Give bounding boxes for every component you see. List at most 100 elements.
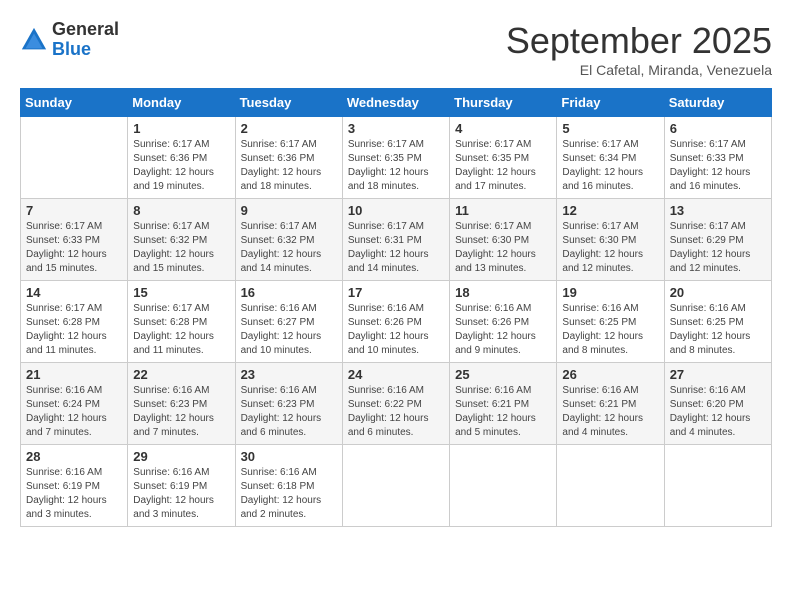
day-info: Sunrise: 6:16 AMSunset: 6:20 PMDaylight:… bbox=[670, 385, 751, 438]
day-cell bbox=[21, 117, 128, 199]
day-number: 26 bbox=[562, 367, 658, 382]
day-cell bbox=[557, 445, 664, 527]
day-number: 11 bbox=[455, 203, 551, 218]
day-number: 2 bbox=[241, 121, 337, 136]
week-row-4: 21 Sunrise: 6:16 AMSunset: 6:24 PMDaylig… bbox=[21, 363, 772, 445]
day-info: Sunrise: 6:17 AMSunset: 6:32 PMDaylight:… bbox=[241, 221, 322, 274]
day-info: Sunrise: 6:16 AMSunset: 6:23 PMDaylight:… bbox=[241, 385, 322, 438]
day-cell: 27 Sunrise: 6:16 AMSunset: 6:20 PMDaylig… bbox=[664, 363, 771, 445]
logo-blue-text: Blue bbox=[52, 40, 119, 60]
day-info: Sunrise: 6:17 AMSunset: 6:30 PMDaylight:… bbox=[562, 221, 643, 274]
day-info: Sunrise: 6:17 AMSunset: 6:34 PMDaylight:… bbox=[562, 139, 643, 192]
day-cell: 26 Sunrise: 6:16 AMSunset: 6:21 PMDaylig… bbox=[557, 363, 664, 445]
day-info: Sunrise: 6:17 AMSunset: 6:30 PMDaylight:… bbox=[455, 221, 536, 274]
day-number: 3 bbox=[348, 121, 444, 136]
day-cell: 11 Sunrise: 6:17 AMSunset: 6:30 PMDaylig… bbox=[450, 199, 557, 281]
day-cell: 2 Sunrise: 6:17 AMSunset: 6:36 PMDayligh… bbox=[235, 117, 342, 199]
day-info: Sunrise: 6:16 AMSunset: 6:25 PMDaylight:… bbox=[562, 303, 643, 356]
day-cell: 3 Sunrise: 6:17 AMSunset: 6:35 PMDayligh… bbox=[342, 117, 449, 199]
day-cell bbox=[664, 445, 771, 527]
day-cell: 17 Sunrise: 6:16 AMSunset: 6:26 PMDaylig… bbox=[342, 281, 449, 363]
day-cell: 29 Sunrise: 6:16 AMSunset: 6:19 PMDaylig… bbox=[128, 445, 235, 527]
day-header-friday: Friday bbox=[557, 89, 664, 117]
day-cell: 18 Sunrise: 6:16 AMSunset: 6:26 PMDaylig… bbox=[450, 281, 557, 363]
day-number: 28 bbox=[26, 449, 122, 464]
day-cell: 24 Sunrise: 6:16 AMSunset: 6:22 PMDaylig… bbox=[342, 363, 449, 445]
day-info: Sunrise: 6:17 AMSunset: 6:28 PMDaylight:… bbox=[133, 303, 214, 356]
day-cell: 16 Sunrise: 6:16 AMSunset: 6:27 PMDaylig… bbox=[235, 281, 342, 363]
logo-icon bbox=[20, 26, 48, 54]
title-block: September 2025 El Cafetal, Miranda, Vene… bbox=[506, 20, 772, 78]
day-number: 12 bbox=[562, 203, 658, 218]
day-number: 14 bbox=[26, 285, 122, 300]
day-number: 22 bbox=[133, 367, 229, 382]
day-info: Sunrise: 6:16 AMSunset: 6:22 PMDaylight:… bbox=[348, 385, 429, 438]
day-info: Sunrise: 6:17 AMSunset: 6:28 PMDaylight:… bbox=[26, 303, 107, 356]
day-number: 16 bbox=[241, 285, 337, 300]
day-cell: 7 Sunrise: 6:17 AMSunset: 6:33 PMDayligh… bbox=[21, 199, 128, 281]
day-cell bbox=[342, 445, 449, 527]
day-info: Sunrise: 6:17 AMSunset: 6:33 PMDaylight:… bbox=[26, 221, 107, 274]
month-title: September 2025 bbox=[506, 20, 772, 62]
day-number: 27 bbox=[670, 367, 766, 382]
day-header-wednesday: Wednesday bbox=[342, 89, 449, 117]
day-number: 25 bbox=[455, 367, 551, 382]
day-number: 1 bbox=[133, 121, 229, 136]
day-number: 30 bbox=[241, 449, 337, 464]
day-info: Sunrise: 6:16 AMSunset: 6:24 PMDaylight:… bbox=[26, 385, 107, 438]
day-cell: 21 Sunrise: 6:16 AMSunset: 6:24 PMDaylig… bbox=[21, 363, 128, 445]
week-row-2: 7 Sunrise: 6:17 AMSunset: 6:33 PMDayligh… bbox=[21, 199, 772, 281]
day-cell: 10 Sunrise: 6:17 AMSunset: 6:31 PMDaylig… bbox=[342, 199, 449, 281]
week-row-1: 1 Sunrise: 6:17 AMSunset: 6:36 PMDayligh… bbox=[21, 117, 772, 199]
day-cell: 19 Sunrise: 6:16 AMSunset: 6:25 PMDaylig… bbox=[557, 281, 664, 363]
day-info: Sunrise: 6:16 AMSunset: 6:19 PMDaylight:… bbox=[133, 467, 214, 520]
day-cell: 6 Sunrise: 6:17 AMSunset: 6:33 PMDayligh… bbox=[664, 117, 771, 199]
day-number: 8 bbox=[133, 203, 229, 218]
calendar-table: SundayMondayTuesdayWednesdayThursdayFrid… bbox=[20, 88, 772, 527]
day-info: Sunrise: 6:16 AMSunset: 6:27 PMDaylight:… bbox=[241, 303, 322, 356]
day-cell: 5 Sunrise: 6:17 AMSunset: 6:34 PMDayligh… bbox=[557, 117, 664, 199]
week-row-5: 28 Sunrise: 6:16 AMSunset: 6:19 PMDaylig… bbox=[21, 445, 772, 527]
day-cell: 30 Sunrise: 6:16 AMSunset: 6:18 PMDaylig… bbox=[235, 445, 342, 527]
page-header: General Blue September 2025 El Cafetal, … bbox=[20, 20, 772, 78]
day-info: Sunrise: 6:16 AMSunset: 6:26 PMDaylight:… bbox=[455, 303, 536, 356]
day-cell: 22 Sunrise: 6:16 AMSunset: 6:23 PMDaylig… bbox=[128, 363, 235, 445]
day-cell: 13 Sunrise: 6:17 AMSunset: 6:29 PMDaylig… bbox=[664, 199, 771, 281]
day-info: Sunrise: 6:16 AMSunset: 6:19 PMDaylight:… bbox=[26, 467, 107, 520]
day-header-saturday: Saturday bbox=[664, 89, 771, 117]
day-number: 24 bbox=[348, 367, 444, 382]
day-info: Sunrise: 6:17 AMSunset: 6:32 PMDaylight:… bbox=[133, 221, 214, 274]
day-number: 15 bbox=[133, 285, 229, 300]
day-number: 5 bbox=[562, 121, 658, 136]
day-info: Sunrise: 6:17 AMSunset: 6:29 PMDaylight:… bbox=[670, 221, 751, 274]
day-info: Sunrise: 6:16 AMSunset: 6:23 PMDaylight:… bbox=[133, 385, 214, 438]
location: El Cafetal, Miranda, Venezuela bbox=[506, 62, 772, 78]
day-cell: 1 Sunrise: 6:17 AMSunset: 6:36 PMDayligh… bbox=[128, 117, 235, 199]
day-number: 29 bbox=[133, 449, 229, 464]
day-number: 7 bbox=[26, 203, 122, 218]
day-info: Sunrise: 6:16 AMSunset: 6:26 PMDaylight:… bbox=[348, 303, 429, 356]
day-cell: 23 Sunrise: 6:16 AMSunset: 6:23 PMDaylig… bbox=[235, 363, 342, 445]
day-number: 13 bbox=[670, 203, 766, 218]
day-info: Sunrise: 6:17 AMSunset: 6:33 PMDaylight:… bbox=[670, 139, 751, 192]
logo: General Blue bbox=[20, 20, 119, 60]
day-cell: 14 Sunrise: 6:17 AMSunset: 6:28 PMDaylig… bbox=[21, 281, 128, 363]
day-header-tuesday: Tuesday bbox=[235, 89, 342, 117]
week-row-3: 14 Sunrise: 6:17 AMSunset: 6:28 PMDaylig… bbox=[21, 281, 772, 363]
day-cell: 15 Sunrise: 6:17 AMSunset: 6:28 PMDaylig… bbox=[128, 281, 235, 363]
day-info: Sunrise: 6:17 AMSunset: 6:35 PMDaylight:… bbox=[455, 139, 536, 192]
day-cell: 8 Sunrise: 6:17 AMSunset: 6:32 PMDayligh… bbox=[128, 199, 235, 281]
day-info: Sunrise: 6:17 AMSunset: 6:36 PMDaylight:… bbox=[133, 139, 214, 192]
day-info: Sunrise: 6:16 AMSunset: 6:18 PMDaylight:… bbox=[241, 467, 322, 520]
day-cell: 12 Sunrise: 6:17 AMSunset: 6:30 PMDaylig… bbox=[557, 199, 664, 281]
day-cell: 25 Sunrise: 6:16 AMSunset: 6:21 PMDaylig… bbox=[450, 363, 557, 445]
day-cell: 9 Sunrise: 6:17 AMSunset: 6:32 PMDayligh… bbox=[235, 199, 342, 281]
day-info: Sunrise: 6:16 AMSunset: 6:21 PMDaylight:… bbox=[562, 385, 643, 438]
day-cell bbox=[450, 445, 557, 527]
day-header-monday: Monday bbox=[128, 89, 235, 117]
day-number: 17 bbox=[348, 285, 444, 300]
day-cell: 4 Sunrise: 6:17 AMSunset: 6:35 PMDayligh… bbox=[450, 117, 557, 199]
day-info: Sunrise: 6:16 AMSunset: 6:21 PMDaylight:… bbox=[455, 385, 536, 438]
day-number: 10 bbox=[348, 203, 444, 218]
day-cell: 20 Sunrise: 6:16 AMSunset: 6:25 PMDaylig… bbox=[664, 281, 771, 363]
